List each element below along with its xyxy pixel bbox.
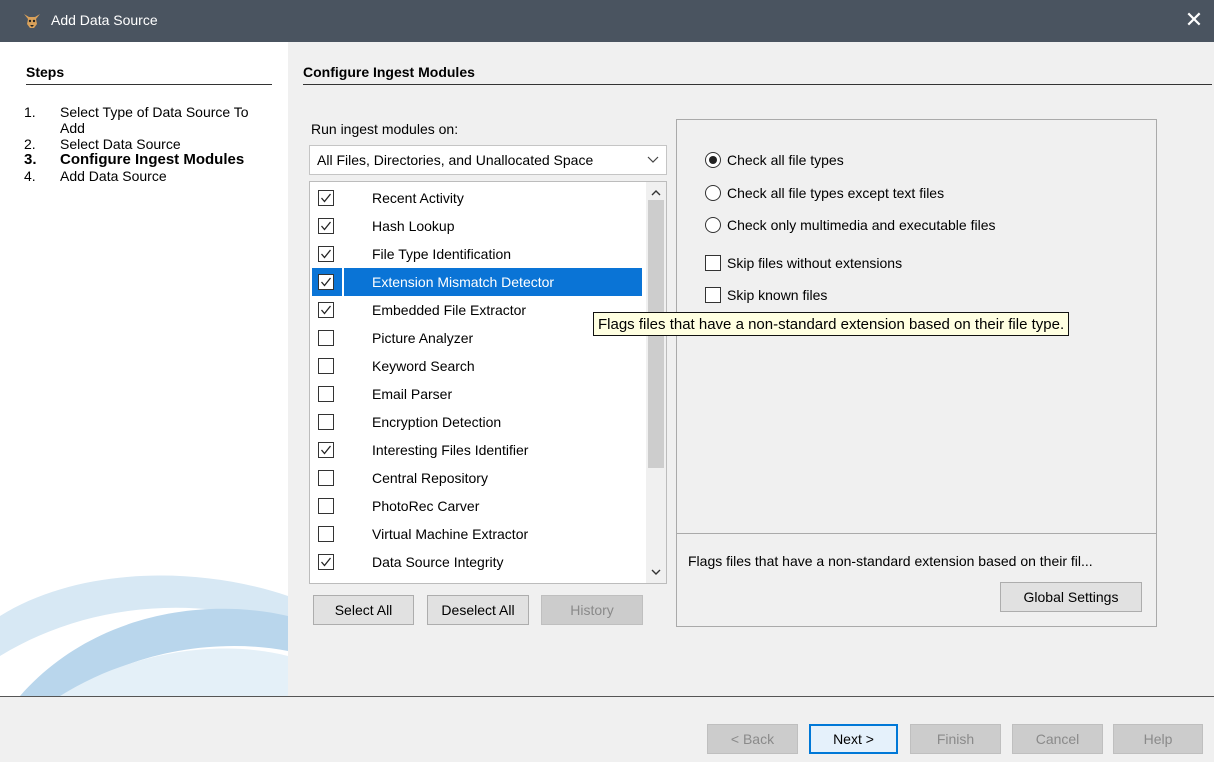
checkbox-icon[interactable] <box>318 498 334 514</box>
module-list-scrollbar[interactable] <box>646 182 666 583</box>
module-row[interactable]: Email Parser <box>310 380 646 408</box>
module-name: Encryption Detection <box>372 414 502 430</box>
step-item: 1. Select Type of Data Source To Add <box>24 104 274 136</box>
module-row[interactable]: Interesting Files Identifier <box>310 436 646 464</box>
ingest-module-list[interactable]: Data Source Integrity Virtual Machine Ext… <box>309 181 667 584</box>
checkbox-label: Skip files without extensions <box>727 255 903 271</box>
module-row[interactable]: Recent Activity <box>310 184 646 212</box>
checkbox-checked-icon[interactable] <box>318 442 334 458</box>
module-row[interactable]: Virtual Machine Extractor <box>310 520 646 548</box>
checkbox-icon[interactable] <box>318 330 334 346</box>
run-on-select[interactable]: All Files, Directories, and Unallocated … <box>309 145 667 175</box>
radio-check-all-file-types[interactable]: Check all file types <box>705 152 844 168</box>
checkbox-checked-icon[interactable] <box>318 274 334 290</box>
global-settings-button[interactable]: Global Settings <box>1000 582 1142 612</box>
module-description: Flags files that have a non-standard ext… <box>688 553 1093 569</box>
window-title: Add Data Source <box>51 12 158 28</box>
deselect-all-button[interactable]: Deselect All <box>427 595 529 625</box>
module-row[interactable]: Keyword Search <box>310 352 646 380</box>
scroll-down-icon[interactable] <box>648 564 664 580</box>
step-number: 1. <box>24 104 36 120</box>
history-button[interactable]: History <box>541 595 643 625</box>
title-bar: Add Data Source ✕ <box>0 0 1214 42</box>
checkbox-icon[interactable] <box>318 470 334 486</box>
module-row[interactable]: Extension Mismatch Detector <box>310 268 646 296</box>
checkbox-checked-icon[interactable] <box>318 302 334 318</box>
run-on-select-value: All Files, Directories, and Unallocated … <box>317 152 594 168</box>
radio-icon <box>705 185 721 201</box>
radio-label: Check only multimedia and executable fil… <box>727 217 996 233</box>
steps-heading: Steps <box>26 64 272 85</box>
module-name: Embedded File Extractor <box>372 302 527 318</box>
module-row[interactable]: Encryption Detection <box>310 408 646 436</box>
module-row[interactable]: Hash Lookup <box>310 212 646 240</box>
module-name: Central Repository <box>372 470 488 486</box>
step-number: 3. <box>24 151 37 168</box>
checkbox-skip-known-files[interactable]: Skip known files <box>705 287 827 303</box>
step-number: 2. <box>24 136 36 152</box>
module-name: Data Source Integrity <box>372 554 504 570</box>
next-button[interactable]: Next > <box>809 724 898 754</box>
radio-selected-icon <box>705 152 721 168</box>
radio-check-multimedia[interactable]: Check only multimedia and executable fil… <box>705 217 995 233</box>
module-name: File Type Identification <box>372 246 512 262</box>
checkbox-icon <box>705 255 721 271</box>
module-settings-panel: Check all file types Check all file type… <box>676 119 1157 627</box>
cancel-button[interactable]: Cancel <box>1012 724 1103 754</box>
checkbox-label: Skip known files <box>727 287 828 303</box>
checkbox-icon[interactable] <box>318 526 334 542</box>
step-label: Configure Ingest Modules <box>60 151 245 168</box>
step-item-active: 3. Configure Ingest Modules <box>24 152 274 168</box>
module-row[interactable]: Central Repository <box>310 464 646 492</box>
module-name: Extension Mismatch Detector <box>372 274 555 290</box>
divider <box>0 696 1214 697</box>
module-name: PhotoRec Carver <box>372 498 480 514</box>
step-label: Select Type of Data Source To Add <box>60 104 249 136</box>
checkbox-checked-icon[interactable] <box>318 218 334 234</box>
module-row[interactable]: Data Source Integrity <box>310 548 646 576</box>
checkbox-icon <box>705 287 721 303</box>
module-row[interactable]: PhotoRec Carver <box>310 492 646 520</box>
finish-button[interactable]: Finish <box>910 724 1001 754</box>
step-label: Add Data Source <box>60 168 167 184</box>
checkbox-checked-icon[interactable] <box>318 554 334 570</box>
autopsy-dog-icon <box>24 14 40 28</box>
radio-icon <box>705 217 721 233</box>
help-button[interactable]: Help <box>1113 724 1203 754</box>
module-name: Email Parser <box>372 386 453 402</box>
module-name: Recent Activity <box>372 190 464 206</box>
checkbox-icon[interactable] <box>318 386 334 402</box>
chevron-down-icon <box>647 156 659 163</box>
radio-label: Check all file types <box>727 152 844 168</box>
checkbox-skip-no-extension[interactable]: Skip files without extensions <box>705 255 902 271</box>
module-name: Hash Lookup <box>372 218 455 234</box>
module-name: Interesting Files Identifier <box>372 442 529 458</box>
back-button[interactable]: < Back <box>707 724 798 754</box>
checkbox-icon[interactable] <box>318 414 334 430</box>
step-number: 4. <box>24 168 36 184</box>
step-item: 4. Add Data Source <box>24 168 274 184</box>
page-title: Configure Ingest Modules <box>303 64 1212 85</box>
select-all-button[interactable]: Select All <box>313 595 414 625</box>
checkbox-checked-icon[interactable] <box>318 190 334 206</box>
checkbox-checked-icon[interactable] <box>318 246 334 262</box>
module-name: Picture Analyzer <box>372 330 474 346</box>
step-label: Select Data Source <box>60 136 181 152</box>
scroll-up-icon[interactable] <box>648 185 664 201</box>
steps-list: 1. Select Type of Data Source To Add 2. … <box>24 104 274 184</box>
checkbox-icon[interactable] <box>318 358 334 374</box>
step-item: 2. Select Data Source <box>24 136 274 152</box>
divider <box>677 533 1156 534</box>
close-icon[interactable]: ✕ <box>1182 7 1206 33</box>
decorative-swoosh-graphic <box>0 575 288 696</box>
run-on-label: Run ingest modules on: <box>311 121 459 137</box>
module-name: Keyword Search <box>372 358 475 374</box>
module-row[interactable]: File Type Identification <box>310 240 646 268</box>
steps-panel: Steps 1. Select Type of Data Source To A… <box>0 42 288 696</box>
tooltip: Flags files that have a non-standard ext… <box>593 312 1070 336</box>
module-name: Virtual Machine Extractor <box>372 526 529 542</box>
radio-check-except-text[interactable]: Check all file types except text files <box>705 185 944 201</box>
radio-label: Check all file types except text files <box>727 185 945 201</box>
